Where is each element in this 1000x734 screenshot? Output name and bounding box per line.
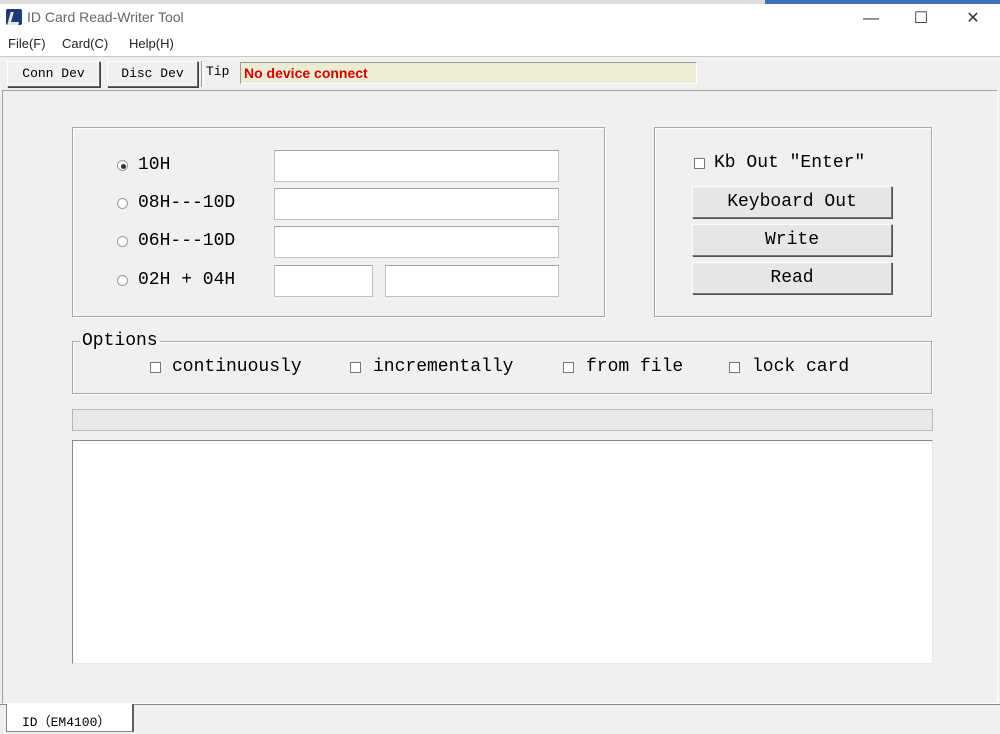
format-10h-radio[interactable] — [117, 160, 128, 171]
kb-enter-checkbox[interactable] — [694, 158, 705, 169]
tip-status-text: No device connect — [244, 65, 368, 81]
format-02h-input[interactable] — [274, 265, 373, 297]
format-10h-input[interactable] — [274, 150, 559, 182]
close-icon[interactable]: ✕ — [950, 6, 996, 32]
format-06h-10d-radio[interactable] — [117, 236, 128, 247]
write-button[interactable]: Write — [692, 224, 892, 256]
format-08h-10d-label: 08H---10D — [138, 193, 236, 213]
tip-label: Tip — [206, 64, 230, 79]
lock-card-label: lock card — [752, 357, 850, 377]
output-log[interactable] — [72, 440, 933, 664]
window-title: ID Card Read-Writer Tool — [27, 9, 184, 25]
disconnect-device-button[interactable]: Disc Dev — [107, 61, 198, 87]
background-strip — [0, 0, 1000, 4]
format-06h-10d-label: 06H---10D — [138, 231, 236, 251]
format-08h-10d-input[interactable] — [274, 188, 559, 220]
app-icon — [6, 9, 22, 25]
options-group-title: Options — [80, 331, 160, 351]
continuously-checkbox[interactable] — [150, 362, 161, 373]
menu-help[interactable]: Help(H) — [129, 36, 174, 51]
format-02h-04h-radio[interactable] — [117, 275, 128, 286]
menu-file[interactable]: File(F) — [8, 36, 46, 51]
format-06h-10d-input[interactable] — [274, 226, 559, 258]
from-file-checkbox[interactable] — [563, 362, 574, 373]
toolbar-separator — [201, 61, 204, 87]
maximize-icon[interactable]: ☐ — [898, 6, 944, 32]
connect-device-button[interactable]: Conn Dev — [7, 61, 100, 87]
minimize-icon[interactable]: — — [848, 6, 894, 32]
progress-bar — [72, 409, 933, 431]
menu-card[interactable]: Card(C) — [62, 36, 108, 51]
menu-bar: File(F) Card(C) Help(H) — [0, 34, 1000, 56]
tab-id-em4100-label: ID（EM4100） — [22, 715, 111, 730]
incrementally-label: incrementally — [373, 357, 514, 377]
read-button[interactable]: Read — [692, 262, 892, 294]
incrementally-checkbox[interactable] — [350, 362, 361, 373]
kb-enter-label: Kb Out "Enter" — [714, 153, 866, 173]
keyboard-out-button[interactable]: Keyboard Out — [692, 186, 892, 218]
lock-card-checkbox[interactable] — [729, 362, 740, 373]
continuously-label: continuously — [172, 357, 302, 377]
format-04h-input[interactable] — [385, 265, 559, 297]
format-08h-10d-radio[interactable] — [117, 198, 128, 209]
from-file-label: from file — [586, 357, 684, 377]
format-10h-label: 10H — [138, 155, 171, 175]
tab-strip — [0, 704, 1000, 734]
format-02h-04h-label: 02H + 04H — [138, 270, 236, 290]
